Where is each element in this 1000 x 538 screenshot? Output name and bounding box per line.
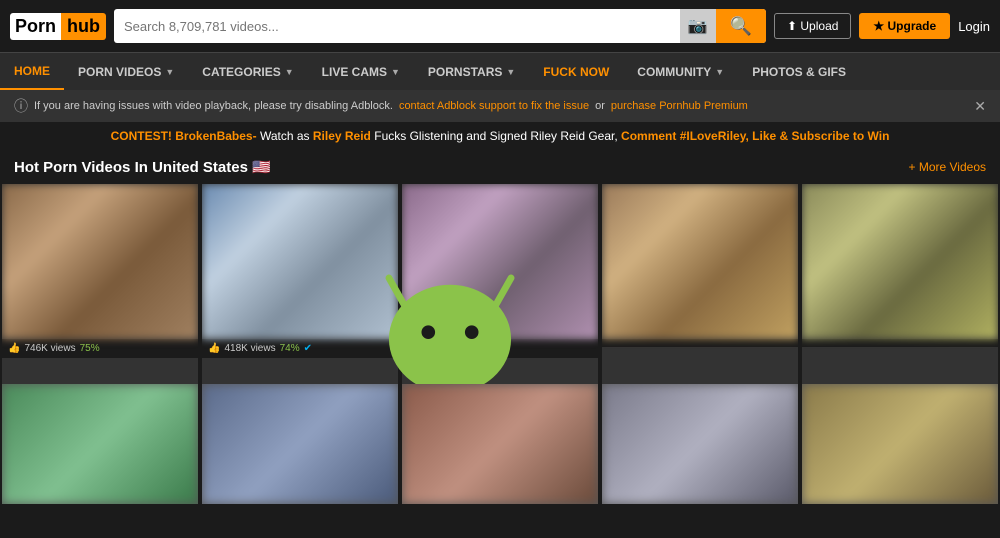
navbar: HOME PORN VIDEOS ▼ CATEGORIES ▼ LIVE CAM… <box>0 52 1000 90</box>
more-videos-link[interactable]: + More Videos <box>909 160 987 174</box>
logo-hub: hub <box>61 13 106 40</box>
nav-live-cams[interactable]: LIVE CAMS ▼ <box>308 53 414 90</box>
video-grid-row2 <box>0 384 1000 504</box>
thumb-image-6 <box>2 384 198 504</box>
contest-prefix: CONTEST! BrokenBabes- <box>111 129 257 143</box>
login-button[interactable]: Login <box>958 19 990 34</box>
thumb-image-5 <box>802 184 998 339</box>
nav-fuck-now[interactable]: FUCK NOW <box>529 53 623 90</box>
nav-community[interactable]: COMMUNITY ▼ <box>623 53 738 90</box>
video-thumb-8[interactable] <box>402 384 598 504</box>
thumb-views-icon-1: 👍 <box>8 343 20 354</box>
alert-bar: ⓘ If you are having issues with video pl… <box>0 90 1000 122</box>
video-thumb-7[interactable] <box>202 384 398 504</box>
verified-badge-2: ✔ <box>304 343 312 354</box>
thumb-stats-3: 👍 844K views 70% <box>408 343 592 354</box>
nav-pornstars[interactable]: PORNSTARS ▼ <box>414 53 529 90</box>
video-thumb-4[interactable] <box>602 184 798 384</box>
contest-bar: CONTEST! BrokenBabes- Watch as Riley Rei… <box>0 122 1000 150</box>
nav-categories[interactable]: CATEGORIES ▼ <box>188 53 307 90</box>
alert-message: If you are having issues with video play… <box>34 100 393 112</box>
thumb-stats-1: 👍 746K views 75% <box>8 343 192 354</box>
topbar: Pornhub 📷 🔍 ⬆ Upload ★ Upgrade Login <box>0 0 1000 52</box>
alert-icon: ⓘ <box>14 96 28 116</box>
thumb-image-10 <box>802 384 998 504</box>
logo[interactable]: Pornhub <box>10 13 106 40</box>
video-thumb-6[interactable] <box>2 384 198 504</box>
video-thumb-5[interactable] <box>802 184 998 384</box>
nav-home[interactable]: HOME <box>0 53 64 90</box>
thumb-views-icon-2: 👍 <box>208 343 220 354</box>
contest-hashtag-link[interactable]: Comment #ILoveRiley, Like & Subscribe to… <box>621 129 889 143</box>
section-title: Hot Porn Videos In United States 🇺🇸 + Mo… <box>0 150 1000 184</box>
premium-link[interactable]: purchase Pornhub Premium <box>611 100 748 112</box>
nav-porn-videos[interactable]: PORN VIDEOS ▼ <box>64 53 188 90</box>
search-input[interactable] <box>114 19 680 34</box>
alert-close-button[interactable]: ✕ <box>974 98 986 115</box>
thumb-info-1: 👍 746K views 75% <box>2 339 198 358</box>
thumb-views-2: 418K views <box>224 343 275 354</box>
thumb-info-4 <box>602 339 798 347</box>
contest-name-link[interactable]: Riley Reid <box>313 129 371 143</box>
video-thumb-1[interactable]: 👍 746K views 75% <box>2 184 198 384</box>
thumb-pct-3: 70% <box>480 343 500 354</box>
thumb-image-8 <box>402 384 598 504</box>
thumb-image-2 <box>202 184 398 339</box>
contest-text: Watch as <box>260 129 313 143</box>
thumb-info-5 <box>802 339 998 347</box>
upload-button[interactable]: ⬆ Upload <box>774 13 851 39</box>
thumb-pct-1: 75% <box>80 343 100 354</box>
thumb-image-4 <box>602 184 798 339</box>
adblock-support-link[interactable]: contact Adblock support to fix the issue <box>399 100 589 112</box>
thumb-image-9 <box>602 384 798 504</box>
camera-icon[interactable]: 📷 <box>680 9 716 43</box>
video-thumb-3[interactable]: 👍 844K views 70% <box>402 184 598 384</box>
video-thumb-10[interactable] <box>802 384 998 504</box>
alert-or: or <box>595 100 605 112</box>
thumb-stats-2: 👍 418K views 74% ✔ <box>208 343 392 354</box>
thumb-info-3: 👍 844K views 70% <box>402 339 598 358</box>
video-grid: 👍 746K views 75% 👍 418K views 74% ✔ <box>0 184 1000 384</box>
thumb-views-icon-3: 👍 <box>408 343 420 354</box>
logo-porn: Porn <box>10 13 61 40</box>
thumb-pct-2: 74% <box>280 343 300 354</box>
thumb-image-1 <box>2 184 198 339</box>
section-heading: Hot Porn Videos In United States 🇺🇸 <box>14 158 271 176</box>
section-heading-text: Hot Porn Videos In United States 🇺🇸 <box>14 158 271 176</box>
video-thumb-2[interactable]: 👍 418K views 74% ✔ <box>202 184 398 384</box>
thumb-views-1: 746K views <box>24 343 75 354</box>
thumb-image-7 <box>202 384 398 504</box>
contest-text2: Fucks Glistening and Signed Riley Reid G… <box>374 129 621 143</box>
upgrade-button[interactable]: ★ Upgrade <box>859 13 950 39</box>
nav-photos[interactable]: PHOTOS & GIFS <box>738 53 860 90</box>
search-bar: 📷 🔍 <box>114 9 766 43</box>
search-button[interactable]: 🔍 <box>716 9 766 43</box>
content-area: Hot Porn Videos In United States 🇺🇸 + Mo… <box>0 150 1000 504</box>
thumb-image-3 <box>402 184 598 339</box>
thumb-info-2: 👍 418K views 74% ✔ <box>202 339 398 358</box>
thumb-views-3: 844K views <box>424 343 475 354</box>
video-thumb-9[interactable] <box>602 384 798 504</box>
